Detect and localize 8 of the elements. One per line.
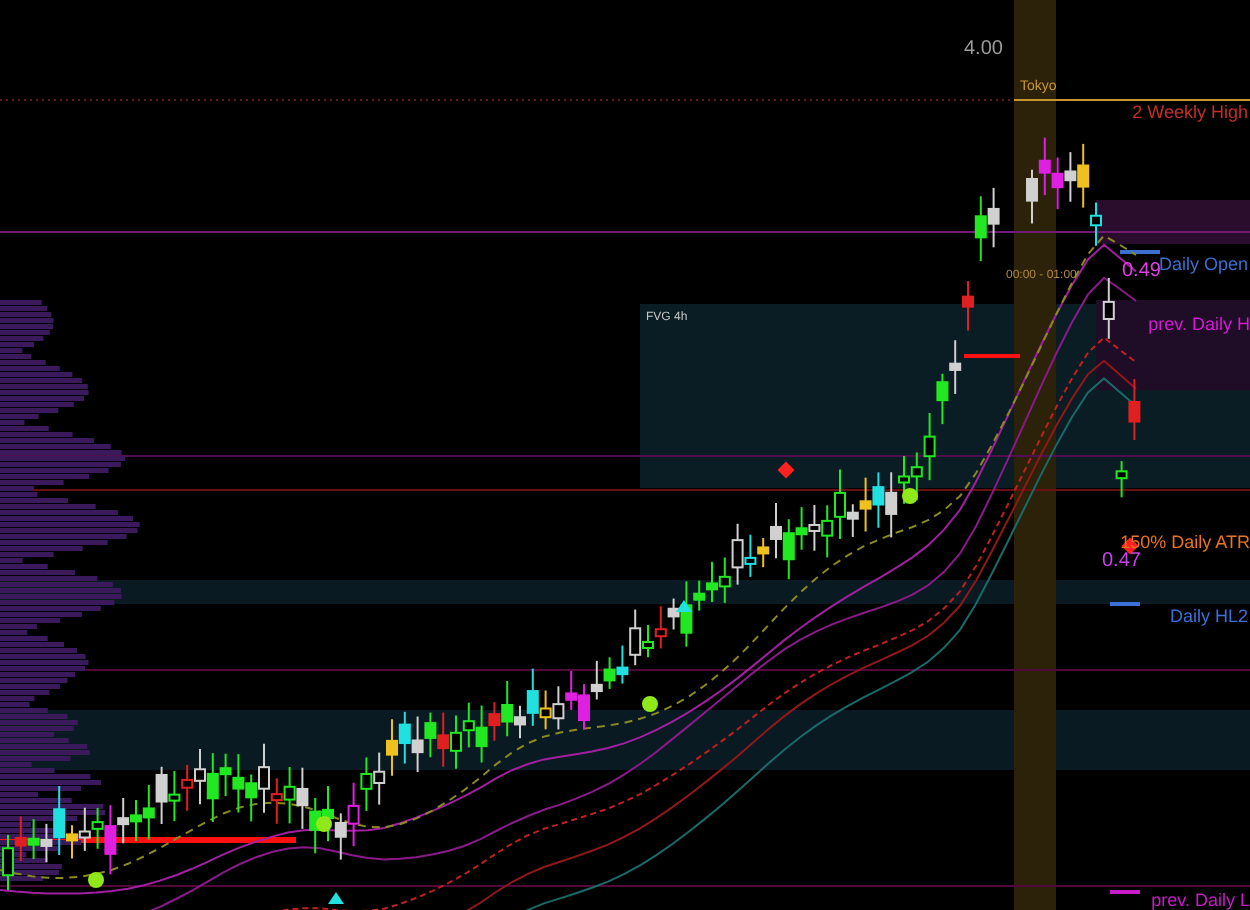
chart-label: prev. Daily L (1151, 892, 1250, 910)
chart-label: prev. Daily H (1148, 316, 1250, 334)
chart-label: 2 Weekly High (1132, 104, 1248, 122)
chart-label: 0.49 (1122, 262, 1161, 282)
chart-label: 4.00 (964, 40, 1003, 60)
chart-label: Daily HL2 (1169, 608, 1248, 626)
chart-label: 0.47 (1102, 552, 1141, 572)
chart-label: Daily Open (1158, 256, 1248, 274)
